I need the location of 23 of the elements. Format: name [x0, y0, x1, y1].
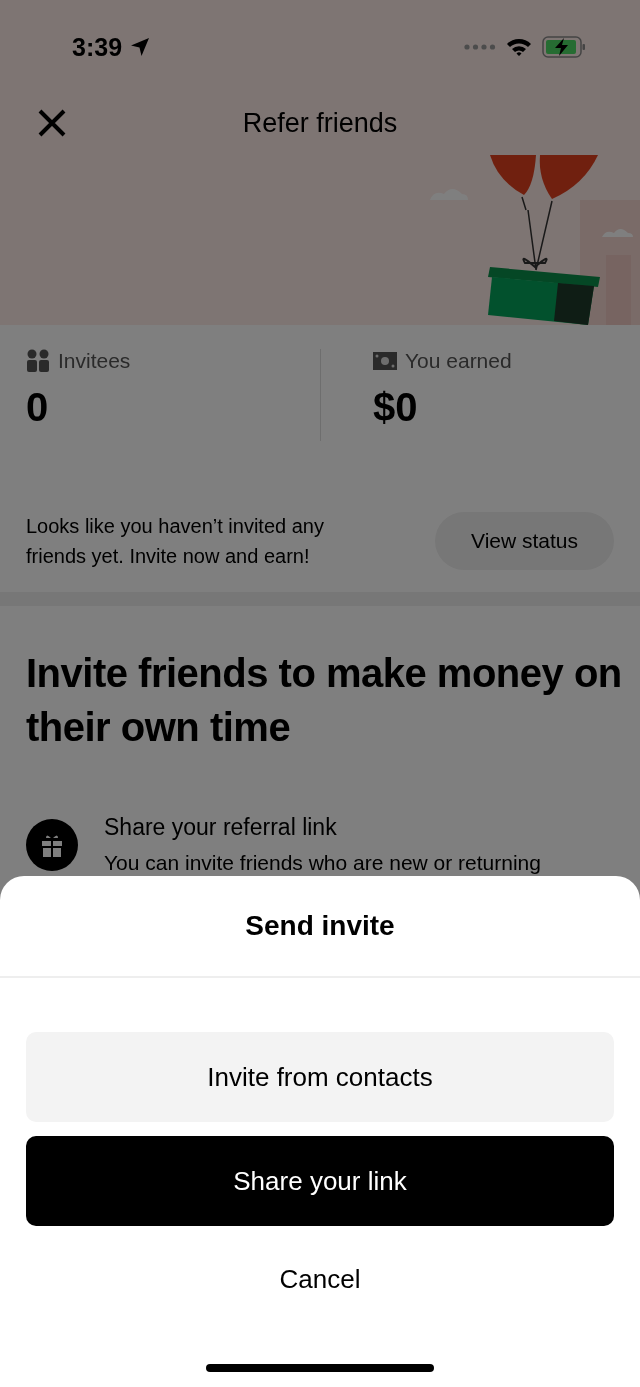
wifi-icon — [506, 37, 532, 57]
close-button[interactable] — [36, 107, 68, 139]
gift-icon — [26, 818, 78, 871]
view-status-button[interactable]: View status — [435, 512, 614, 570]
sheet-button[interactable]: Invite from contacts — [26, 1032, 614, 1122]
cash-icon — [373, 352, 397, 370]
sheet-title: Send invite — [245, 910, 395, 942]
status-message: Looks like you haven’t invited any friends yet. Invite now and earn! — [26, 514, 325, 569]
step-title: Share your referral link — [104, 814, 338, 841]
stat-value: 0 — [26, 385, 50, 430]
people-icon — [26, 349, 50, 373]
headline: Invite friends to make money on their own time — [26, 650, 623, 751]
step-description: You can invite friends who are new or returning — [104, 851, 541, 875]
sheet-button[interactable]: Cancel — [26, 1244, 614, 1314]
location-arrow-icon — [130, 37, 151, 57]
battery-icon — [542, 36, 586, 58]
stat-label: Invitees — [58, 349, 131, 373]
stat-label: You earned — [405, 349, 512, 373]
sheet-button[interactable]: Share your link — [26, 1136, 614, 1226]
stat-value: $0 — [373, 385, 419, 430]
page-title: Refer friends — [242, 107, 398, 139]
status-time: 3:39 — [72, 32, 123, 62]
signal-icon — [464, 44, 496, 50]
